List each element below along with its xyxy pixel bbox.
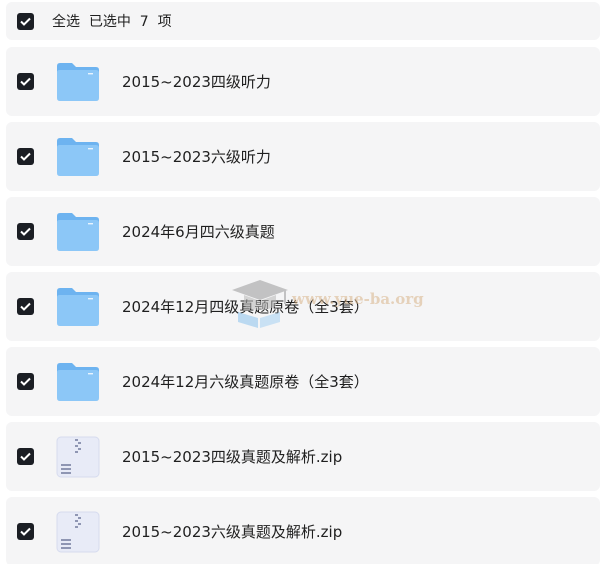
file-row[interactable]: 2015~2023六级真题及解析.zip [6, 497, 600, 564]
row-checkbox[interactable] [17, 448, 34, 465]
file-name: 2024年12月四级真题原卷（全3套） [122, 298, 369, 316]
checkmark-icon [20, 452, 31, 461]
file-name: 2015~2023四级听力 [122, 73, 271, 91]
zip-archive-icon [54, 433, 102, 481]
file-list: 2015~2023四级听力 2015~2023六级听力 2024年6月四六级真题… [6, 47, 600, 564]
zip-archive-icon [54, 508, 102, 556]
file-row[interactable]: 2024年12月六级真题原卷（全3套） [6, 347, 600, 416]
checkmark-icon [20, 302, 31, 311]
checkmark-icon [20, 152, 31, 161]
checkmark-icon [20, 377, 31, 386]
file-row[interactable]: 2024年6月四六级真题 [6, 197, 600, 266]
file-row[interactable]: 2015~2023四级听力 [6, 47, 600, 116]
checkmark-icon [20, 17, 31, 26]
file-name: 2024年6月四六级真题 [122, 223, 275, 241]
checkmark-icon [20, 77, 31, 86]
folder-icon [54, 208, 102, 256]
file-name: 2015~2023六级听力 [122, 148, 271, 166]
row-checkbox[interactable] [17, 223, 34, 240]
row-checkbox[interactable] [17, 73, 34, 90]
folder-icon [54, 358, 102, 406]
file-row[interactable]: 2024年12月四级真题原卷（全3套） [6, 272, 600, 341]
row-checkbox[interactable] [17, 298, 34, 315]
folder-icon [54, 58, 102, 106]
folder-icon [54, 283, 102, 331]
row-checkbox[interactable] [17, 373, 34, 390]
file-selection-page: 全选 已选中 7 项 2015~2023四级听力 2015~2023六级听力 2… [0, 0, 602, 564]
select-all-checkbox[interactable] [17, 12, 34, 30]
file-row[interactable]: 2015~2023六级听力 [6, 122, 600, 191]
file-row[interactable]: 2015~2023四级真题及解析.zip [6, 422, 600, 491]
folder-icon [54, 133, 102, 181]
select-all-label: 全选 已选中 7 项 [52, 14, 172, 30]
select-all-bar: 全选 已选中 7 项 [6, 2, 600, 40]
checkmark-icon [20, 527, 31, 536]
checkmark-icon [20, 227, 31, 236]
file-name: 2015~2023六级真题及解析.zip [122, 523, 343, 541]
file-name: 2015~2023四级真题及解析.zip [122, 448, 343, 466]
row-checkbox[interactable] [17, 148, 34, 165]
row-checkbox[interactable] [17, 523, 34, 540]
file-name: 2024年12月六级真题原卷（全3套） [122, 373, 369, 391]
